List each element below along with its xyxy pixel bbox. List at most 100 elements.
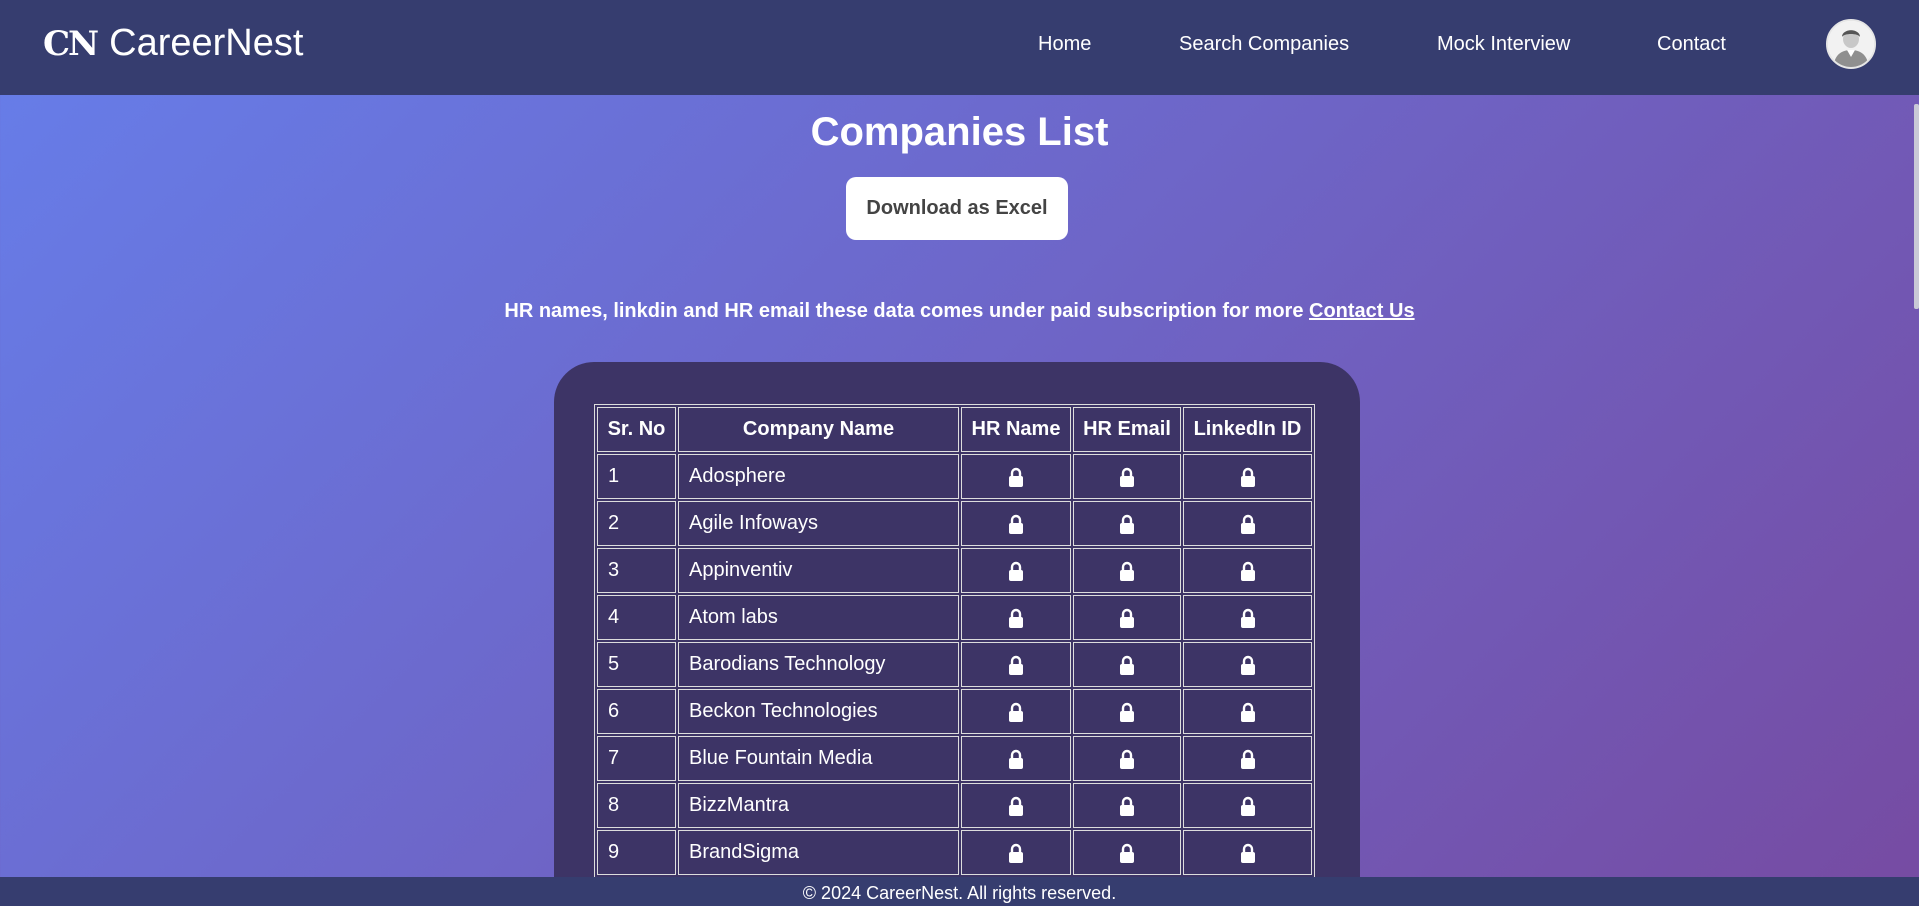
- lock-icon: [1009, 749, 1023, 769]
- header-company-name: Company Name: [678, 407, 959, 452]
- companies-card: Sr. No Company Name HR Name HR Email Lin…: [554, 362, 1360, 906]
- cell-hr-email: [1073, 454, 1181, 499]
- avatar[interactable]: [1826, 19, 1876, 69]
- table-body: 1 Adosphere 2 Agile Infoways 3 Appinventiv 4 At…: [597, 454, 1312, 906]
- header-hr-name: HR Name: [961, 407, 1071, 452]
- cell-linkedin-id: [1183, 689, 1312, 734]
- cell-hr-name: [961, 548, 1071, 593]
- cell-linkedin-id: [1183, 642, 1312, 687]
- lock-icon: [1120, 749, 1134, 769]
- table-row: 5 Barodians Technology: [597, 642, 1312, 687]
- cell-linkedin-id: [1183, 736, 1312, 781]
- lock-icon: [1120, 561, 1134, 581]
- cell-company-name: BizzMantra: [678, 783, 959, 828]
- cell-hr-email: [1073, 783, 1181, 828]
- table-row: 8 BizzMantra: [597, 783, 1312, 828]
- table-header-row: Sr. No Company Name HR Name HR Email Lin…: [597, 407, 1312, 452]
- cell-company-name: Atom labs: [678, 595, 959, 640]
- cell-linkedin-id: [1183, 501, 1312, 546]
- nav-links: Home Search Companies Mock Interview Con…: [0, 0, 1919, 95]
- lock-icon: [1240, 749, 1255, 769]
- cell-linkedin-id: [1183, 830, 1312, 875]
- lock-icon: [1009, 608, 1023, 628]
- lock-icon: [1240, 608, 1255, 628]
- subscription-notice: HR names, linkdin and HR email these dat…: [0, 300, 1919, 323]
- header-linkedin-id: LinkedIn ID: [1183, 407, 1312, 452]
- cell-sr-no: 5: [597, 642, 676, 687]
- cell-company-name: Adosphere: [678, 454, 959, 499]
- lock-icon: [1240, 702, 1255, 722]
- download-excel-button[interactable]: Download as Excel: [846, 177, 1068, 240]
- cell-hr-name: [961, 595, 1071, 640]
- cell-company-name: Blue Fountain Media: [678, 736, 959, 781]
- lock-icon: [1120, 702, 1134, 722]
- cell-hr-name: [961, 830, 1071, 875]
- cell-sr-no: 8: [597, 783, 676, 828]
- cell-linkedin-id: [1183, 595, 1312, 640]
- table-row: 6 Beckon Technologies: [597, 689, 1312, 734]
- lock-icon: [1120, 608, 1134, 628]
- lock-icon: [1240, 467, 1255, 487]
- cell-sr-no: 3: [597, 548, 676, 593]
- cell-hr-name: [961, 642, 1071, 687]
- lock-icon: [1240, 514, 1255, 534]
- cell-hr-name: [961, 454, 1071, 499]
- lock-icon: [1240, 655, 1255, 675]
- user-avatar-icon: [1828, 21, 1874, 67]
- table-row: 4 Atom labs: [597, 595, 1312, 640]
- cell-hr-name: [961, 736, 1071, 781]
- table-row: 9 BrandSigma: [597, 830, 1312, 875]
- lock-icon: [1009, 843, 1023, 863]
- cell-sr-no: 7: [597, 736, 676, 781]
- lock-icon: [1009, 467, 1023, 487]
- cell-hr-email: [1073, 595, 1181, 640]
- cell-linkedin-id: [1183, 783, 1312, 828]
- lock-icon: [1120, 467, 1134, 487]
- nav-link-mock-interview[interactable]: Mock Interview: [1437, 33, 1570, 56]
- nav-link-contact[interactable]: Contact: [1657, 33, 1726, 56]
- cell-sr-no: 2: [597, 501, 676, 546]
- cell-company-name: Appinventiv: [678, 548, 959, 593]
- lock-icon: [1009, 655, 1023, 675]
- cell-hr-name: [961, 501, 1071, 546]
- cell-company-name: Agile Infoways: [678, 501, 959, 546]
- lock-icon: [1009, 702, 1023, 722]
- cell-hr-name: [961, 689, 1071, 734]
- table-row: 3 Appinventiv: [597, 548, 1312, 593]
- cell-company-name: BrandSigma: [678, 830, 959, 875]
- contact-us-link[interactable]: Contact Us: [1309, 300, 1415, 322]
- cell-hr-email: [1073, 642, 1181, 687]
- lock-icon: [1240, 796, 1255, 816]
- lock-icon: [1120, 843, 1134, 863]
- footer: © 2024 CareerNest. All rights reserved.: [0, 877, 1919, 906]
- cell-sr-no: 9: [597, 830, 676, 875]
- lock-icon: [1120, 796, 1134, 816]
- lock-icon: [1009, 514, 1023, 534]
- lock-icon: [1240, 561, 1255, 581]
- lock-icon: [1009, 796, 1023, 816]
- lock-icon: [1240, 843, 1255, 863]
- cell-sr-no: 1: [597, 454, 676, 499]
- companies-table: Sr. No Company Name HR Name HR Email Lin…: [594, 404, 1315, 906]
- cell-hr-email: [1073, 736, 1181, 781]
- cell-company-name: Barodians Technology: [678, 642, 959, 687]
- header-sr-no: Sr. No: [597, 407, 676, 452]
- table-row: 7 Blue Fountain Media: [597, 736, 1312, 781]
- nav-link-home[interactable]: Home: [1038, 33, 1091, 56]
- header-hr-email: HR Email: [1073, 407, 1181, 452]
- navbar: CN CareerNest Home Search Companies Mock…: [0, 0, 1919, 95]
- cell-hr-email: [1073, 501, 1181, 546]
- cell-hr-email: [1073, 830, 1181, 875]
- nav-link-search-companies[interactable]: Search Companies: [1179, 33, 1349, 56]
- cell-hr-email: [1073, 548, 1181, 593]
- cell-hr-name: [961, 783, 1071, 828]
- notice-text: HR names, linkdin and HR email these dat…: [504, 300, 1310, 322]
- page-title: Companies List: [810, 110, 1109, 154]
- lock-icon: [1009, 561, 1023, 581]
- cell-company-name: Beckon Technologies: [678, 689, 959, 734]
- cell-hr-email: [1073, 689, 1181, 734]
- cell-sr-no: 6: [597, 689, 676, 734]
- cell-sr-no: 4: [597, 595, 676, 640]
- table-row: 2 Agile Infoways: [597, 501, 1312, 546]
- table-row: 1 Adosphere: [597, 454, 1312, 499]
